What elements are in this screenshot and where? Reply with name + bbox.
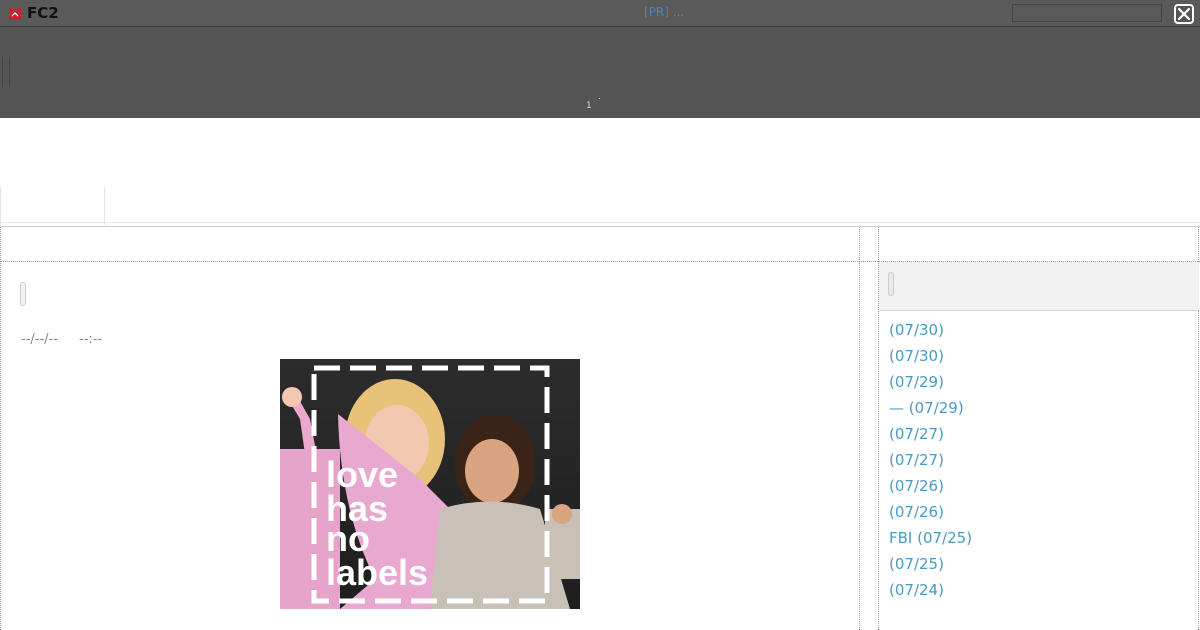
recent-entry-link[interactable]: (07/29) bbox=[889, 373, 944, 391]
list-item: (07/26) bbox=[889, 476, 1189, 497]
blog-header-banner: 1 bbox=[0, 27, 1200, 118]
nav-separator bbox=[0, 222, 1200, 223]
sidebar-section-header bbox=[879, 262, 1199, 311]
sidebar-header-handle bbox=[888, 272, 894, 296]
list-item: (07/26) bbox=[889, 502, 944, 523]
banner-page-number: 1 bbox=[586, 101, 592, 111]
entry-date: --/--/-- bbox=[21, 332, 58, 347]
entry-title-handle bbox=[20, 282, 26, 306]
banner-handle bbox=[2, 57, 10, 87]
recent-entry-link[interactable]: — (07/29) bbox=[889, 399, 964, 417]
fc2-fox-icon bbox=[9, 6, 21, 20]
recent-entries-list: (07/30) (07/30) (07/29) — (07/29) (07/27… bbox=[889, 320, 1189, 606]
list-item: (07/29) bbox=[889, 372, 1189, 393]
entry-photo[interactable]: love has no labels bbox=[280, 359, 580, 609]
fc2-logo[interactable]: FC2 bbox=[6, 3, 59, 23]
content-left-border bbox=[0, 227, 1, 630]
nav-divider bbox=[104, 187, 105, 225]
list-item: (07/25) bbox=[889, 554, 1189, 575]
list-item: (07/30) bbox=[889, 346, 1189, 367]
list-item: (07/27) bbox=[889, 450, 1189, 471]
banner-dot bbox=[599, 98, 600, 99]
list-item: (07/24) bbox=[889, 580, 944, 601]
nav-separator bbox=[0, 226, 1200, 227]
search-input[interactable] bbox=[1012, 4, 1162, 22]
recent-entry-link[interactable]: (07/26) bbox=[889, 477, 944, 495]
close-icon bbox=[1177, 7, 1191, 21]
recent-entry-link[interactable]: (07/26) bbox=[889, 503, 944, 521]
entry-time: --:-- bbox=[79, 332, 103, 347]
photo-text-labels: labels bbox=[326, 552, 428, 593]
recent-entry-link[interactable]: FBI (07/25) bbox=[889, 529, 972, 547]
nav-divider bbox=[0, 187, 1, 225]
recent-entry-link[interactable]: (07/27) bbox=[889, 425, 944, 443]
list-item: FBI (07/25) bbox=[889, 528, 1189, 549]
list-item: — (07/29) bbox=[889, 398, 1189, 419]
logo-text: FC2 bbox=[27, 4, 59, 22]
recent-entry-link[interactable]: (07/27) bbox=[889, 451, 944, 469]
close-button[interactable] bbox=[1174, 4, 1194, 24]
main-column-border bbox=[859, 227, 860, 630]
recent-entry-link[interactable]: (07/30) bbox=[889, 321, 944, 339]
pr-ad-link[interactable]: [PR] ... bbox=[644, 5, 684, 19]
recent-entry-link[interactable]: (07/30) bbox=[889, 347, 944, 365]
recent-entry-link[interactable]: (07/25) bbox=[889, 555, 944, 573]
recent-entry-link[interactable]: (07/24) bbox=[889, 581, 944, 599]
list-item: (07/30) bbox=[889, 320, 1189, 341]
fc2-top-bar: FC2 [PR] ... bbox=[0, 0, 1200, 27]
list-item: (07/27) bbox=[889, 424, 1189, 445]
